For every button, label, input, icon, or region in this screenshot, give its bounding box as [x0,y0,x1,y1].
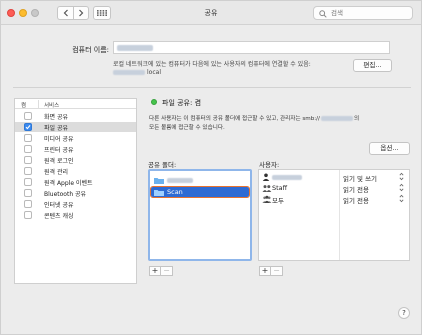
local-suffix: local [147,69,161,76]
service-label: Bluetooth 공유 [44,191,87,198]
service-label: 화면 공유 [44,114,68,121]
service-label: 프린터 공유 [44,147,74,154]
folder-icon [154,178,164,184]
user-row-everyone[interactable]: 모두 읽기 전용 [259,194,409,205]
service-row-file-sharing[interactable]: 파일 공유 [15,122,136,132]
folder-add-remove: + − [149,266,173,276]
service-row-printer-sharing[interactable]: 프린터 공유 [15,144,136,154]
users-label: 사용자: [259,161,280,169]
redacted-folder-name [167,178,193,183]
service-label: 원격 로그인 [44,158,74,165]
user-row-staff[interactable]: Staff 읽기 전용 [259,183,409,194]
content-caching-checkbox[interactable] [24,211,32,219]
printer-sharing-checkbox[interactable] [24,145,32,153]
service-row-remote-apple-events[interactable]: 원격 Apple 이벤트 [15,177,136,187]
service-row-remote-management[interactable]: 원격 관리 [15,166,136,176]
user-label: Staff [272,184,288,192]
local-address: local [113,69,161,76]
service-row-bluetooth-sharing[interactable]: Bluetooth 공유 [15,188,136,198]
user-permission: 읽기 전용 [343,186,369,194]
remote-management-checkbox[interactable] [24,167,32,175]
title-bar: 공유 [1,1,421,25]
user-row[interactable]: 읽기 및 쓰기 [259,172,409,183]
stepper-arrows-icon[interactable] [399,183,404,192]
description-text: 의 [353,116,360,122]
service-row-remote-login[interactable]: 원격 로그인 [15,155,136,165]
file-sharing-status: 파일 공유: 켬 [162,99,202,107]
services-list: 켬 서비스 화면 공유 파일 공유 미디어 공유 프린터 공유 원격 로그인 원… [14,98,137,284]
service-label: 원격 Apple 이벤트 [44,180,93,187]
service-label: 파일 공유 [44,125,68,132]
service-row-content-caching[interactable]: 콘텐츠 캐싱 [15,210,136,220]
search-icon [319,10,327,18]
help-button[interactable]: ? [398,307,410,319]
service-label: 인터넷 공유 [44,202,74,209]
search-input[interactable] [331,8,409,18]
service-row-screen-sharing[interactable]: 화면 공유 [15,111,136,121]
bluetooth-sharing-checkbox[interactable] [24,189,32,197]
user-permission: 읽기 전용 [343,197,369,205]
remote-login-checkbox[interactable] [24,156,32,164]
search-field[interactable] [313,6,413,20]
remove-folder-button[interactable]: − [161,266,173,276]
internet-sharing-checkbox[interactable] [24,200,32,208]
shared-folder-row-scan[interactable]: Scan [150,186,250,198]
status-indicator [151,99,157,105]
computer-name-field[interactable] [113,41,390,54]
description-text: 다른 사용자는 이 컴퓨터의 공유 폴더에 접근할 수 있고, 관리자는 smb… [149,116,320,122]
redacted-hostname [113,70,145,75]
status-description-line1: 다른 사용자는 이 컴퓨터의 공유 폴더에 접근할 수 있고, 관리자는 smb… [149,114,359,122]
options-button[interactable]: 옵션... [369,142,410,155]
stepper-arrows-icon[interactable] [399,194,404,203]
add-user-button[interactable]: + [259,266,271,276]
service-label: 콘텐츠 캐싱 [44,213,74,220]
service-row-media-sharing[interactable]: 미디어 공유 [15,133,136,143]
remove-user-button[interactable]: − [271,266,283,276]
checkmark-icon [25,125,31,130]
user-add-remove: + − [259,266,283,276]
sharing-window: 공유 컴퓨터 이름: 로컬 네트워크에 있는 컴퓨터가 다음에 있는 사용자의 … [0,0,422,335]
media-sharing-checkbox[interactable] [24,134,32,142]
add-folder-button[interactable]: + [149,266,161,276]
group-icon [262,185,272,192]
shared-folders-label: 공유 폴더: [148,161,177,169]
folder-icon [154,190,164,196]
folder-label: Scan [167,188,183,196]
column-service: 서비스 [44,103,60,109]
service-label: 원격 관리 [44,169,68,176]
service-label: 미디어 공유 [44,136,74,143]
edit-button[interactable]: 편집... [353,59,392,72]
column-separator [38,100,39,108]
screen-sharing-checkbox[interactable] [24,112,32,120]
shared-folder-row[interactable] [151,175,249,185]
redacted-computer-name [117,45,153,51]
redacted-user-name [272,175,302,180]
user-icon [262,173,270,181]
service-row-internet-sharing[interactable]: 인터넷 공유 [15,199,136,209]
section-divider [13,87,411,88]
local-address-info: 로컬 네트워크에 있는 컴퓨터가 다음에 있는 사용자의 컴퓨터에 연결할 수 … [113,61,311,68]
services-header: 켬 서비스 [15,99,136,109]
user-label: 모두 [272,197,284,205]
user-permission: 읽기 및 쓰기 [343,175,378,183]
everyone-icon [262,195,272,203]
shared-folders-list: Scan [148,169,252,261]
stepper-arrows-icon[interactable] [399,172,404,181]
remote-apple-events-checkbox[interactable] [24,178,32,186]
column-on: 켬 [21,103,27,109]
status-description-line2: 모든 볼륨에 접근할 수 있습니다. [149,125,225,131]
redacted-address [320,116,353,121]
file-sharing-checkbox[interactable] [24,123,32,131]
users-list: 읽기 및 쓰기 Staff 읽기 전용 모두 읽기 전용 [258,169,410,261]
computer-name-label: 컴퓨터 이름: [72,46,109,54]
